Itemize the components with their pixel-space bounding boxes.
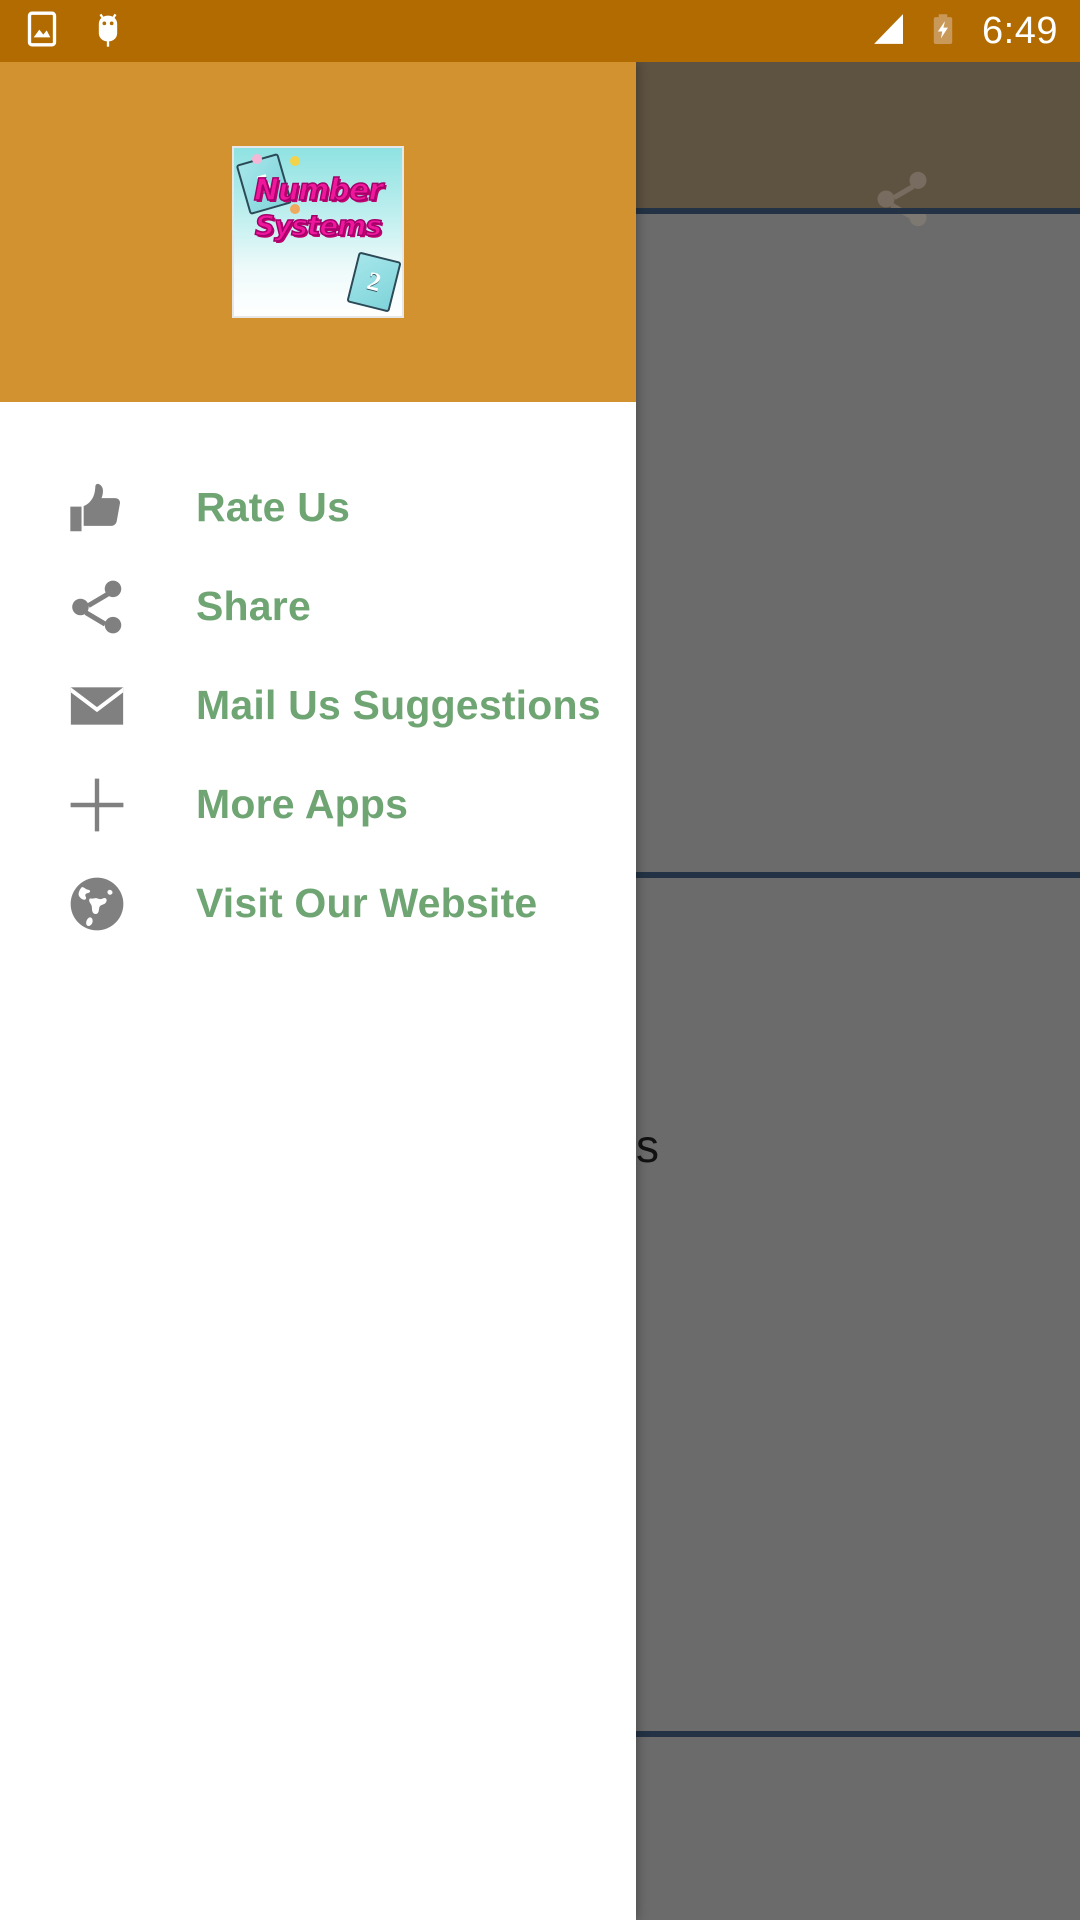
drawer-item-more-apps[interactable]: More Apps [0,755,636,854]
drawer-item-visit-our-website[interactable]: Visit Our Website [0,854,636,953]
background-text-fragment: s [636,1120,659,1172]
logo-card-right: 2 [346,251,402,313]
screen: s 6:49 5 2 Number Systems Rate Us Share … [0,0,1080,1920]
logo-decoration-dot [290,204,300,214]
logo-decoration-dot [252,154,262,164]
drawer-menu: Rate Us Share Mail Us Suggestions More A… [0,402,636,1920]
drawer-item-rate-us[interactable]: Rate Us [0,458,636,557]
drawer-item-label: Mail Us Suggestions [196,682,601,728]
share-icon[interactable] [866,167,938,231]
status-bar-clock: 6:49 [982,9,1058,52]
navigation-drawer: 5 2 Number Systems Rate Us Share Mail Us… [0,62,636,1920]
thumbs-up-icon [60,471,134,545]
logo-card-left: 5 [235,152,293,216]
drawer-header: 5 2 Number Systems [0,62,636,402]
android-bug-icon [88,7,128,56]
drawer-item-share[interactable]: Share [0,557,636,656]
status-bar-left-icons [22,7,128,56]
status-bar-right-icons: 6:49 [868,7,1058,56]
drawer-item-label: Visit Our Website [196,880,538,926]
plus-icon [60,768,134,842]
drawer-item-label: More Apps [196,781,409,827]
drawer-item-label: Share [196,583,311,629]
drawer-item-mail-us-suggestions[interactable]: Mail Us Suggestions [0,656,636,755]
logo-decoration-dot [290,156,300,166]
share-icon [60,570,134,644]
globe-icon [60,867,134,941]
mail-icon [60,669,134,743]
status-bar: 6:49 [0,0,1080,62]
app-logo: 5 2 Number Systems [232,146,404,318]
drawer-item-label: Rate Us [196,484,351,530]
app-logo-title-line2: Systems [254,209,383,243]
image-icon [22,9,62,54]
signal-icon [868,8,910,55]
battery-charging-icon [926,7,960,56]
